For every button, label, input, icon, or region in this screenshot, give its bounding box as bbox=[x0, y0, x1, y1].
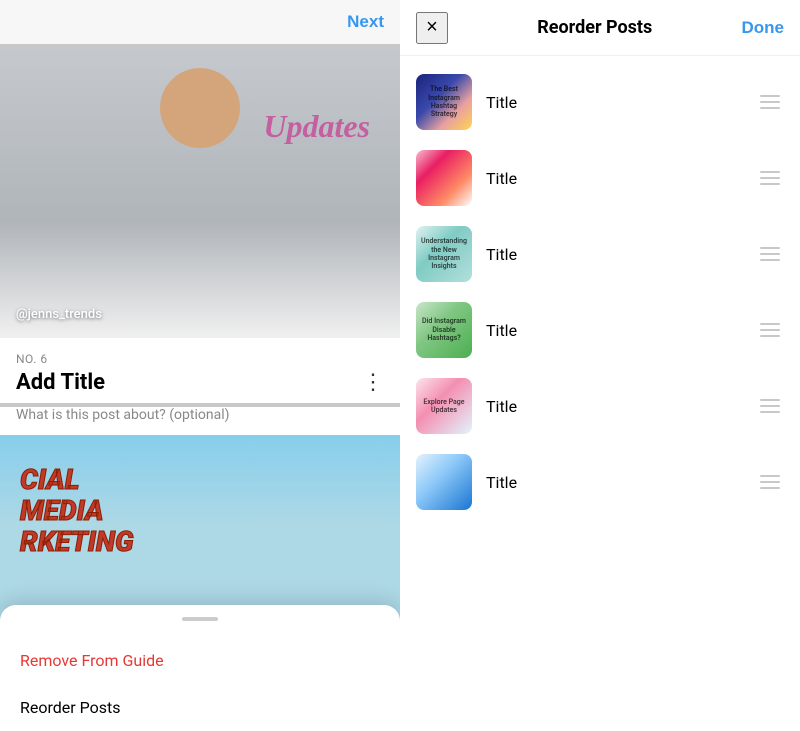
post-list-item[interactable]: Did Instagram Disable Hashtags? Title bbox=[400, 292, 800, 368]
drag-handle[interactable] bbox=[756, 395, 784, 417]
post-row-title: Title bbox=[486, 169, 742, 188]
post-number: NO. 6 bbox=[16, 352, 384, 366]
left-header: Next bbox=[0, 0, 400, 44]
post-meta: NO. 6 Add Title ⋮ bbox=[0, 338, 400, 403]
sign-line-3: RKETING bbox=[20, 527, 380, 558]
post-thumbnail: Explore Page Updates bbox=[416, 378, 472, 434]
post-row-title: Title bbox=[486, 473, 742, 492]
post-thumbnail bbox=[416, 454, 472, 510]
post-row-title: Title bbox=[486, 321, 742, 340]
drag-handle[interactable] bbox=[756, 167, 784, 189]
post-row-title: Title bbox=[486, 397, 742, 416]
sign-line-1: CIAL bbox=[20, 465, 380, 496]
sign-line-2: MEDIA bbox=[20, 496, 380, 527]
post-list-item[interactable]: Title bbox=[400, 140, 800, 216]
bottom-sheet: Remove From Guide Reorder Posts bbox=[0, 605, 400, 731]
drag-handle[interactable] bbox=[756, 91, 784, 113]
updates-text: Updates bbox=[263, 108, 370, 145]
left-panel: Next Updates @jenns_trends NO. 6 Add Tit… bbox=[0, 0, 400, 731]
post-top-image: Updates @jenns_trends bbox=[0, 48, 400, 338]
post-thumbnail: Understanding the New Instagram Insights bbox=[416, 226, 472, 282]
drag-handle[interactable] bbox=[756, 243, 784, 265]
next-button[interactable]: Next bbox=[347, 12, 384, 32]
post-thumbnail bbox=[416, 150, 472, 206]
more-options-button[interactable]: ⋮ bbox=[362, 372, 384, 394]
post-list-item[interactable]: Understanding the New Instagram Insights… bbox=[400, 216, 800, 292]
username-tag: @jenns_trends bbox=[16, 307, 102, 322]
post-list-item[interactable]: Title bbox=[400, 444, 800, 520]
post-row-title: Title bbox=[486, 245, 742, 264]
right-panel: × Reorder Posts Done The Best Instagram … bbox=[400, 0, 800, 731]
post-thumbnail: Did Instagram Disable Hashtags? bbox=[416, 302, 472, 358]
post-list-item[interactable]: Explore Page Updates Title bbox=[400, 368, 800, 444]
panel-title: Reorder Posts bbox=[537, 17, 652, 38]
posts-list: The Best Instagram Hashtag Strategy Title… bbox=[400, 56, 800, 731]
right-header: × Reorder Posts Done bbox=[400, 0, 800, 56]
woman-figure bbox=[0, 48, 400, 338]
drag-handle[interactable] bbox=[756, 319, 784, 341]
close-button[interactable]: × bbox=[416, 12, 448, 44]
sheet-handle bbox=[182, 617, 218, 621]
post-title-row: Add Title ⋮ bbox=[16, 370, 384, 395]
post-subtitle: What is this post about? (optional) bbox=[0, 407, 400, 435]
post-thumbnail: The Best Instagram Hashtag Strategy bbox=[416, 74, 472, 130]
drag-handle[interactable] bbox=[756, 471, 784, 493]
done-button[interactable]: Done bbox=[742, 18, 785, 38]
post-title: Add Title bbox=[16, 370, 105, 395]
post-list-item[interactable]: The Best Instagram Hashtag Strategy Title bbox=[400, 64, 800, 140]
sign-text: CIAL MEDIA RKETING bbox=[20, 465, 380, 557]
remove-from-guide-button[interactable]: Remove From Guide bbox=[0, 637, 400, 684]
post-row-title: Title bbox=[486, 93, 742, 112]
reorder-posts-button[interactable]: Reorder Posts bbox=[0, 684, 400, 731]
